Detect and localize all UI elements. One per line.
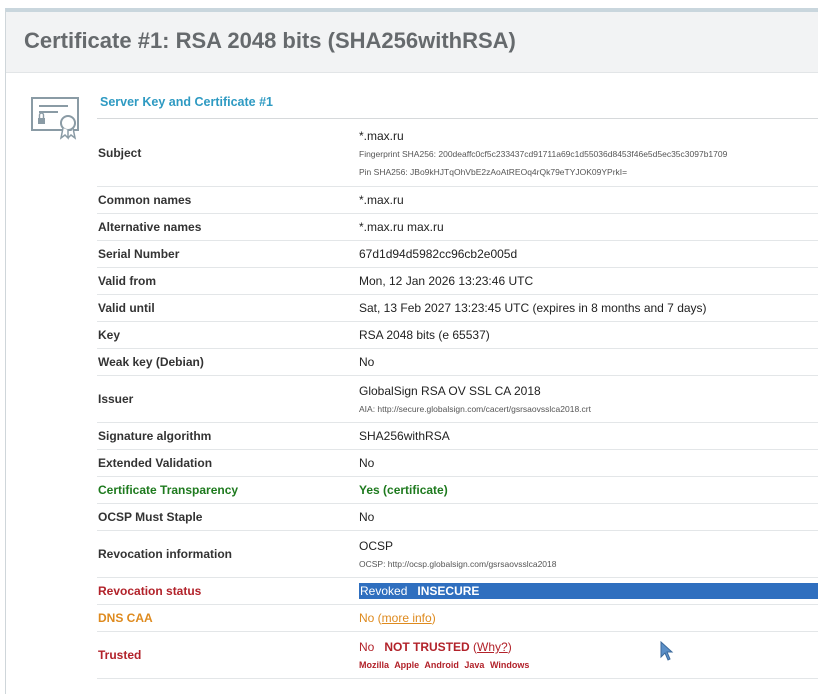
- dns-caa-close: ): [431, 611, 436, 625]
- row-value: No NOT TRUSTED (Why?) Mozilla Apple Andr…: [356, 632, 818, 678]
- certificate-table: Subject *.max.ru Fingerprint SHA256: 200…: [97, 118, 818, 679]
- page-title: Certificate #1: RSA 2048 bits (SHA256wit…: [24, 28, 516, 53]
- table-row-alternative-names: Alternative names *.max.ru max.ru: [97, 214, 818, 241]
- why-close: ): [507, 640, 512, 654]
- table-row-trusted: Trusted No NOT TRUSTED (Why?) Mozilla Ap…: [97, 632, 818, 679]
- row-label: Revocation information: [98, 547, 233, 561]
- row-value: No: [359, 510, 375, 524]
- subject-value: *.max.ru: [359, 128, 404, 143]
- section-title: Server Key and Certificate #1: [100, 95, 274, 109]
- row-value: RSA 2048 bits (e 65537): [359, 328, 490, 342]
- row-label: DNS CAA: [98, 611, 153, 625]
- issuer-value: GlobalSign RSA OV SSL CA 2018: [359, 384, 541, 398]
- table-row-serial-number: Serial Number 67d1d94d5982cc96cb2e005d: [97, 241, 818, 268]
- row-label: Subject: [98, 145, 142, 160]
- row-label: Signature algorithm: [98, 429, 212, 443]
- row-value: No: [359, 355, 375, 369]
- insecure-text: INSECURE: [417, 584, 480, 598]
- table-row-common-names: Common names *.max.ru: [97, 187, 818, 214]
- table-row-signature-algorithm: Signature algorithm SHA256withRSA: [97, 423, 818, 450]
- ocsp-text: OCSP: http://ocsp.globalsign.com/gsrsaov…: [359, 559, 557, 569]
- table-row-weak-key: Weak key (Debian) No: [97, 349, 818, 376]
- row-label: Revocation status: [98, 584, 202, 598]
- row-value: No: [359, 456, 375, 470]
- row-label: OCSP Must Staple: [98, 510, 203, 524]
- row-value: OCSP OCSP: http://ocsp.globalsign.com/gs…: [356, 531, 818, 577]
- table-row-valid-from: Valid from Mon, 12 Jan 2026 13:23:46 UTC: [97, 268, 818, 295]
- table-row-revocation-information: Revocation information OCSP OCSP: http:/…: [97, 531, 818, 578]
- ct-value: Yes (certificate): [359, 483, 448, 497]
- table-row-subject: Subject *.max.ru Fingerprint SHA256: 200…: [97, 119, 818, 187]
- table-row-dns-caa: DNS CAA No (more info): [97, 605, 818, 632]
- row-value: Yes (certificate): [356, 477, 818, 503]
- row-label: Valid from: [98, 274, 157, 288]
- row-value: 67d1d94d5982cc96cb2e005d: [359, 247, 518, 261]
- row-label: Valid until: [98, 301, 155, 315]
- trust-clients: Mozilla Apple Android Java Windows: [359, 660, 818, 670]
- more-info-link[interactable]: more info: [382, 611, 432, 625]
- row-label: Trusted: [98, 648, 142, 662]
- row-value: Mon, 12 Jan 2026 13:23:46 UTC: [359, 274, 534, 288]
- table-row-key: Key RSA 2048 bits (e 65537): [97, 322, 818, 349]
- row-value: Revoked INSECURE: [356, 578, 818, 604]
- table-row-revocation-status: Revocation status Revoked INSECURE: [97, 578, 818, 605]
- dns-caa-line: No (more info): [359, 611, 818, 625]
- client-windows: Windows: [489, 660, 530, 670]
- not-trusted-text: NOT TRUSTED: [384, 640, 470, 654]
- row-value: *.max.ru: [359, 193, 404, 207]
- revocation-info-value: OCSP: [359, 539, 394, 553]
- mouse-cursor-icon: [660, 641, 674, 661]
- pin-text: Pin SHA256: JBo9kHJTqOhVbE2zAoAtREOq4rQk…: [359, 166, 628, 177]
- table-row-ocsp-must-staple: OCSP Must Staple No: [97, 504, 818, 531]
- revocation-status-selection: Revoked INSECURE: [359, 583, 818, 599]
- row-value: *.max.ru max.ru: [359, 220, 444, 234]
- table-row-extended-validation: Extended Validation No: [97, 450, 818, 477]
- dns-caa-value: No (: [359, 611, 382, 625]
- row-label: Serial Number: [98, 247, 180, 261]
- client-java: Java: [464, 660, 485, 670]
- fingerprint-text: Fingerprint SHA256: 200deaffc0cf5c233437…: [359, 148, 728, 159]
- row-value: SHA256withRSA: [359, 429, 450, 443]
- trusted-no: No: [359, 640, 375, 654]
- revoked-text: Revoked: [360, 584, 408, 598]
- row-label: Weak key (Debian): [98, 355, 204, 369]
- title-bar: Certificate #1: RSA 2048 bits (SHA256wit…: [6, 12, 818, 73]
- row-label: Alternative names: [98, 220, 202, 234]
- client-apple: Apple: [394, 660, 420, 670]
- client-android: Android: [424, 660, 459, 670]
- row-label: Issuer: [98, 392, 134, 406]
- table-row-issuer: Issuer GlobalSign RSA OV SSL CA 2018 AIA…: [97, 376, 818, 423]
- row-label: Key: [98, 328, 121, 342]
- why-link[interactable]: Why?: [477, 640, 508, 654]
- row-label: Common names: [98, 193, 192, 207]
- row-label: Certificate Transparency: [98, 483, 239, 497]
- table-row-certificate-transparency: Certificate Transparency Yes (certificat…: [97, 477, 818, 504]
- row-value: *.max.ru Fingerprint SHA256: 200deaffc0c…: [356, 119, 818, 186]
- client-mozilla: Mozilla: [359, 660, 390, 670]
- row-label: Extended Validation: [98, 456, 213, 470]
- row-value: GlobalSign RSA OV SSL CA 2018 AIA: http:…: [356, 376, 818, 422]
- row-value: No (more info): [356, 605, 818, 631]
- table-row-valid-until: Valid until Sat, 13 Feb 2027 13:23:45 UT…: [97, 295, 818, 322]
- aia-text: AIA: http://secure.globalsign.com/cacert…: [359, 404, 591, 414]
- trusted-line: No NOT TRUSTED (Why?): [359, 640, 818, 654]
- row-value: Sat, 13 Feb 2027 13:23:45 UTC (expires i…: [359, 301, 707, 315]
- certificate-icon: [31, 97, 79, 140]
